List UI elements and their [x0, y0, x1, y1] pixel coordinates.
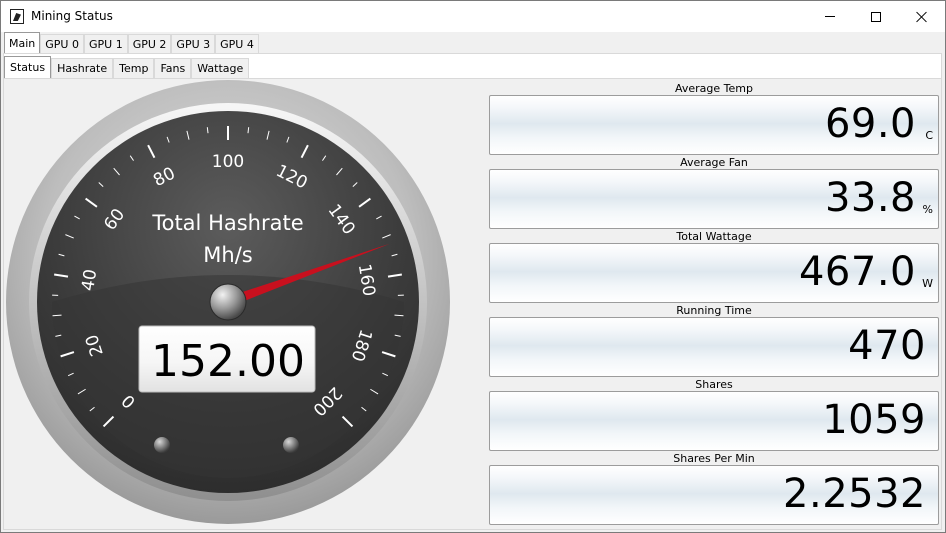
view-tabs: Status Hashrate Temp Fans Wattage	[4, 56, 250, 78]
tab-main[interactable]: Main	[4, 32, 41, 53]
stat-unit-total-wattage: W	[922, 277, 933, 290]
hashrate-gauge: 0 20 40 60 80 100 120 140 160 180 200 Total Hashra…	[4, 78, 454, 528]
stat-unit-average-fan: %	[922, 203, 933, 216]
stat-label-running-time: Running Time	[676, 304, 752, 317]
gauge-screw-left	[154, 437, 170, 453]
gauge-scale-label: 40	[78, 268, 101, 293]
close-icon	[916, 11, 928, 23]
title-bar[interactable]: Mining Status	[1, 1, 945, 32]
gauge-unit-label: Mh/s	[203, 243, 252, 267]
stat-value-average-fan: 33.8	[824, 175, 916, 221]
app-icon	[10, 9, 24, 24]
gauge-title: Total Hashrate	[151, 211, 303, 235]
gauge-readout-value: 152.00	[151, 336, 305, 387]
gauge-tick	[52, 314, 62, 317]
gauge-tick	[206, 127, 209, 134]
tab-gpu-2[interactable]: GPU 2	[127, 34, 172, 53]
stat-value-average-temp: 69.0	[824, 101, 916, 147]
tab-temp[interactable]: Temp	[113, 58, 155, 78]
stat-label-shares: Shares	[695, 378, 733, 391]
close-button[interactable]	[899, 1, 945, 32]
gauge-svg: 020406080100 120140160180200 Total Hashra…	[6, 80, 450, 524]
minimize-button[interactable]	[807, 1, 853, 32]
tab-hashrate[interactable]: Hashrate	[51, 58, 114, 78]
maximize-button[interactable]	[853, 1, 899, 32]
stat-card-average-fan: 33.8 %	[489, 169, 939, 229]
tab-fans[interactable]: Fans	[154, 58, 192, 78]
stat-label-average-temp: Average Temp	[675, 82, 753, 95]
stat-card-average-temp: 69.0 C	[489, 95, 939, 155]
stat-label-average-fan: Average Fan	[680, 156, 748, 169]
stat-value-total-wattage: 467.0	[798, 249, 916, 295]
stat-label-total-wattage: Total Wattage	[676, 230, 752, 243]
tab-wattage[interactable]: Wattage	[191, 58, 250, 78]
stat-card-shares-per-min: 2.2532	[489, 465, 939, 525]
tab-gpu-4[interactable]: GPU 4	[215, 34, 259, 53]
gauge-screw-right	[283, 437, 299, 453]
maximize-icon	[871, 11, 881, 22]
tab-gpu-3[interactable]: GPU 3	[171, 34, 216, 53]
gauge-tick	[247, 127, 250, 134]
minimize-icon	[825, 16, 835, 17]
stat-card-running-time: 470	[489, 317, 939, 377]
tab-gpu-1[interactable]: GPU 1	[83, 34, 128, 53]
tab-gpu-0[interactable]: GPU 0	[40, 34, 84, 53]
device-tabs: Main GPU 0 GPU 1 GPU 2 GPU 3 GPU 4	[4, 32, 259, 54]
stat-card-total-wattage: 467.0 W	[489, 243, 939, 303]
gauge-hub	[209, 283, 247, 321]
stat-value-shares: 1059	[822, 397, 926, 443]
stat-value-running-time: 470	[848, 323, 926, 369]
stat-unit-average-temp: C	[925, 129, 933, 142]
window-title: Mining Status	[31, 9, 113, 23]
stat-card-shares: 1059	[489, 391, 939, 451]
tab-status[interactable]: Status	[4, 56, 52, 78]
gauge-tick	[394, 314, 404, 317]
gauge-scale-label: 100	[212, 152, 244, 172]
stat-label-shares-per-min: Shares Per Min	[673, 452, 755, 465]
stat-value-shares-per-min: 2.2532	[783, 471, 926, 517]
